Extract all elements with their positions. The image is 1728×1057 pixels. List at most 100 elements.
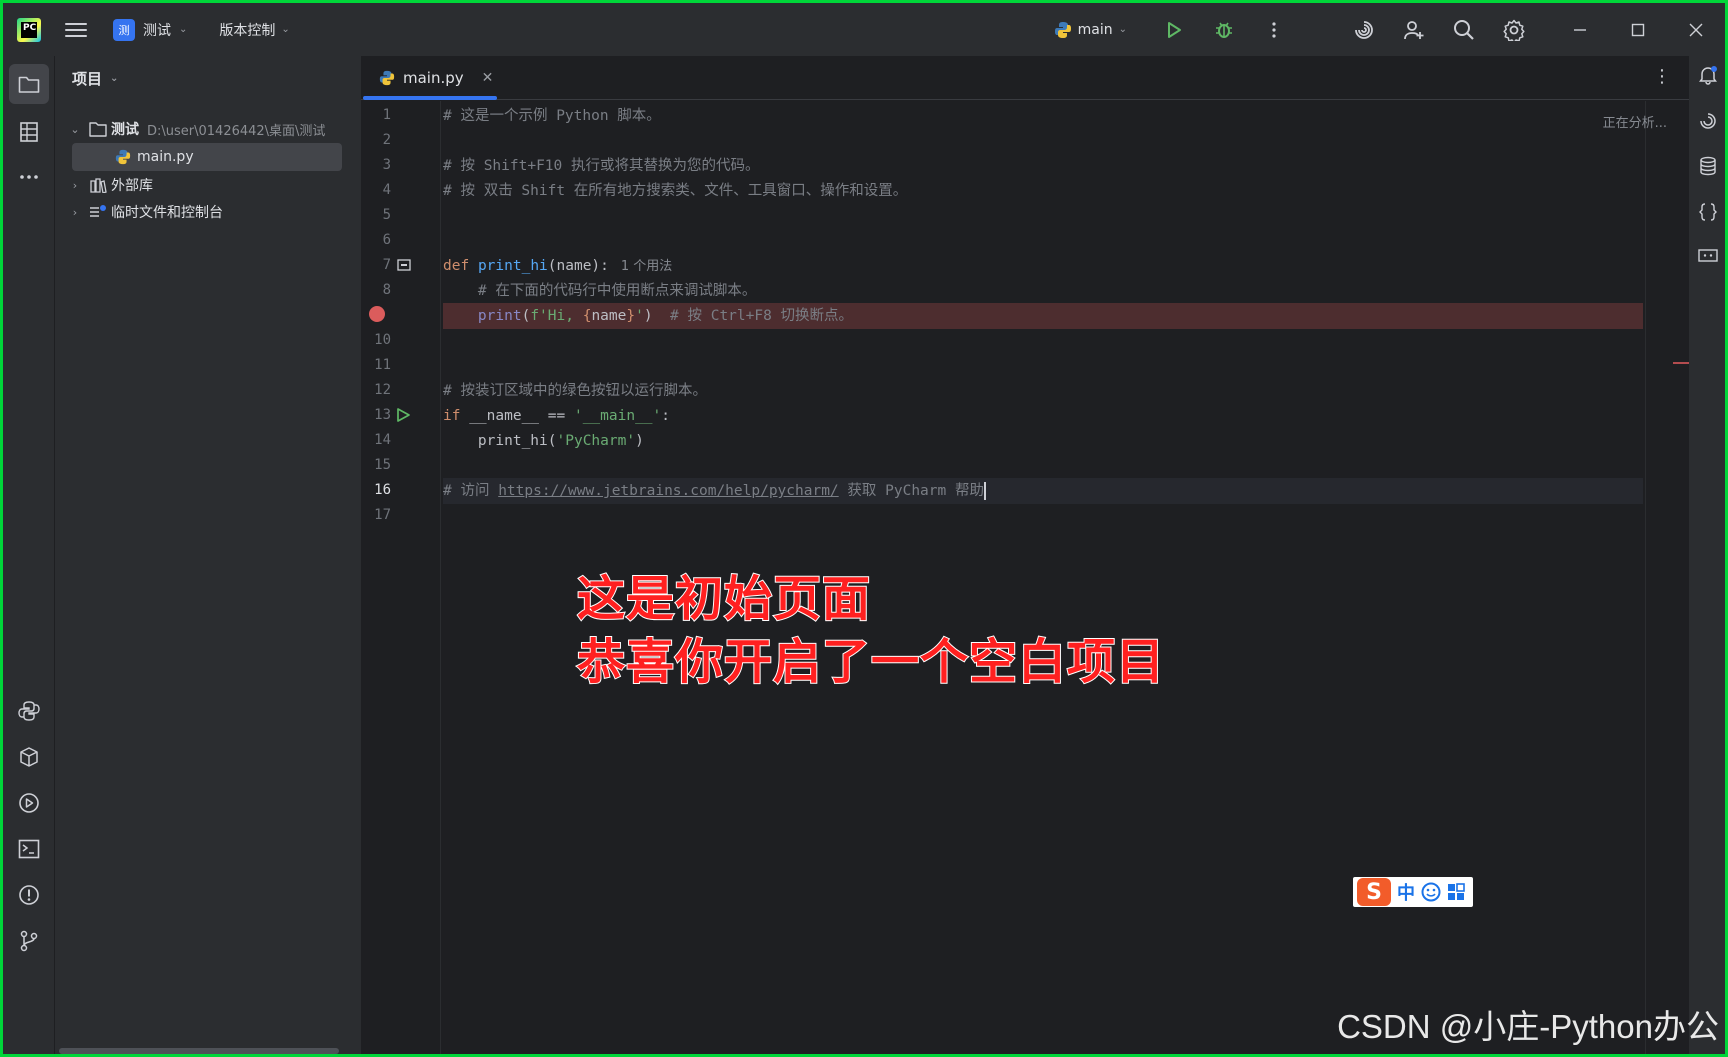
ai-assistant-button[interactable]: [1339, 3, 1389, 56]
line-number: 14: [374, 432, 391, 448]
packages-icon: [20, 747, 38, 767]
analysis-status: 正在分析...: [1602, 116, 1667, 131]
chevron-down-icon: ⌄: [179, 24, 188, 35]
error-stripe-mark[interactable]: [1673, 362, 1689, 364]
folder-icon: [18, 76, 40, 93]
run-gutter-icon[interactable]: [395, 407, 411, 423]
right-margin-guide: [1645, 101, 1646, 1054]
terminal-tool-button[interactable]: [9, 829, 49, 869]
tree-item-label: main.py: [137, 149, 194, 165]
database-button[interactable]: [1693, 151, 1723, 181]
python-console-icon: [18, 701, 40, 721]
python-packages-button[interactable]: [9, 691, 49, 731]
chevron-right-icon: ›: [72, 205, 78, 219]
search-button[interactable]: [1439, 3, 1489, 56]
line-number: 3: [382, 157, 391, 173]
help-link[interactable]: https://www.jetbrains.com/help/pycharm/: [498, 483, 838, 499]
more-actions-button[interactable]: [1249, 3, 1299, 56]
settings-button[interactable]: [1489, 3, 1539, 56]
tab-options-icon[interactable]: ⋮: [1653, 66, 1671, 87]
smiley-icon[interactable]: [1421, 882, 1441, 902]
sciview-button[interactable]: [1693, 242, 1723, 272]
code-text: print_hi(: [443, 433, 557, 449]
tree-item-label: 外部库: [111, 178, 153, 194]
run-button[interactable]: [1149, 3, 1199, 56]
code-with-me-button[interactable]: [1389, 3, 1439, 56]
line-gutter[interactable]: 1 2 3 4 5 6 7 8 10 11 12 13 14 15 16 17: [361, 101, 441, 1054]
builtin: print: [477, 308, 522, 324]
tree-item-scratches[interactable]: › 临时文件和控制台: [55, 198, 223, 226]
breakpoint-icon[interactable]: [369, 306, 385, 322]
project-selector[interactable]: 测 测试 ⌄: [113, 18, 188, 41]
tab-main-py[interactable]: main.py ✕: [363, 56, 497, 100]
run-icon: [1168, 21, 1181, 38]
ime-toolbar[interactable]: S 中: [1353, 877, 1473, 907]
terminal-icon: [18, 839, 40, 859]
structure-tool-button[interactable]: [9, 112, 49, 152]
code-text: name: [591, 308, 627, 324]
maximize-button[interactable]: [1609, 3, 1667, 56]
python-icon: [1054, 21, 1071, 38]
tree-item-external-libraries[interactable]: › 外部库: [55, 171, 153, 199]
chevron-right-icon: ›: [72, 178, 78, 192]
close-window-button[interactable]: [1667, 3, 1725, 56]
ai-chat-button[interactable]: [1693, 106, 1723, 136]
line-number: 8: [382, 282, 391, 298]
line-number: 10: [374, 332, 391, 348]
json-button[interactable]: [1693, 197, 1723, 227]
line-number-current: 16: [374, 482, 391, 498]
grid-icon[interactable]: [1447, 883, 1465, 901]
code-line-8: # 在下面的代码行中使用断点来调试脚本。: [443, 278, 1643, 304]
line-number: 6: [382, 232, 391, 248]
git-branch-icon: [20, 930, 38, 952]
notifications-button[interactable]: [1693, 60, 1723, 90]
string: 'PyCharm': [556, 433, 636, 449]
ime-mode[interactable]: 中: [1397, 879, 1415, 905]
code-text: (name):: [547, 258, 609, 274]
project-panel-header[interactable]: 项目 ⌄: [55, 56, 361, 100]
project-tool-button[interactable]: [9, 64, 49, 104]
tab-label: main.py: [403, 69, 464, 87]
maximize-icon: [1631, 23, 1645, 36]
comment: # 这是一个示例 Python 脚本。: [443, 108, 661, 124]
more-tools-button[interactable]: [9, 157, 49, 197]
run-tool-button[interactable]: [9, 783, 49, 823]
right-tool-strip: [1689, 56, 1725, 1054]
keyword: def: [443, 258, 470, 274]
tree-item-label: 测试: [111, 122, 139, 138]
line-number: 11: [374, 357, 391, 373]
function-name: print_hi: [477, 258, 548, 274]
vcs-menu[interactable]: 版本控制 ⌄: [219, 20, 289, 40]
database-icon: [1700, 156, 1716, 176]
tree-item-path: D:\user\01426442\桌面\测试: [147, 123, 326, 139]
code-line-9-breakpoint: print(f'Hi, {name}') # 按 Ctrl+F8 切换断点。: [443, 303, 1643, 329]
services-tool-button[interactable]: [9, 737, 49, 777]
scratches-icon: [90, 205, 106, 217]
comment: 获取 PyCharm 帮助: [838, 483, 984, 499]
warning-circle-icon: [19, 885, 39, 905]
close-tab-icon[interactable]: ✕: [482, 70, 494, 86]
code-line-13: if __name__ == '__main__':: [443, 403, 1643, 429]
usage-gutter-icon[interactable]: [397, 259, 411, 271]
minimize-button[interactable]: [1551, 3, 1609, 56]
project-panel-title: 项目: [72, 69, 103, 88]
usages-hint[interactable]: 1 个用法: [621, 259, 672, 274]
tree-item-main-py[interactable]: main.py: [72, 143, 342, 171]
ide-window: PC 测 测试 ⌄ 版本控制 ⌄ main ⌄ 项目 ⌄ ⌄ 测试 D:\use…: [3, 3, 1725, 1054]
main-menu-icon[interactable]: [65, 22, 87, 37]
run-config-selector[interactable]: main ⌄: [1054, 21, 1127, 39]
git-tool-button[interactable]: [9, 921, 49, 961]
code-line-12: # 按装订区域中的绿色按钮以运行脚本。: [443, 378, 1643, 404]
add-user-icon: [1404, 20, 1424, 39]
horizontal-scrollbar[interactable]: [59, 1048, 339, 1054]
problems-tool-button[interactable]: [9, 875, 49, 915]
run-circle-icon: [19, 793, 39, 813]
line-number: 13: [374, 407, 391, 423]
tree-item-label: 临时文件和控制台: [111, 205, 223, 221]
line-number: 17: [374, 507, 391, 523]
bell-icon: [1699, 66, 1717, 85]
line-number: 5: [382, 207, 391, 223]
tree-item-project-root[interactable]: ⌄ 测试 D:\user\01426442\桌面\测试: [55, 115, 325, 143]
comment: # 访问: [443, 483, 499, 499]
debug-button[interactable]: [1199, 3, 1249, 56]
